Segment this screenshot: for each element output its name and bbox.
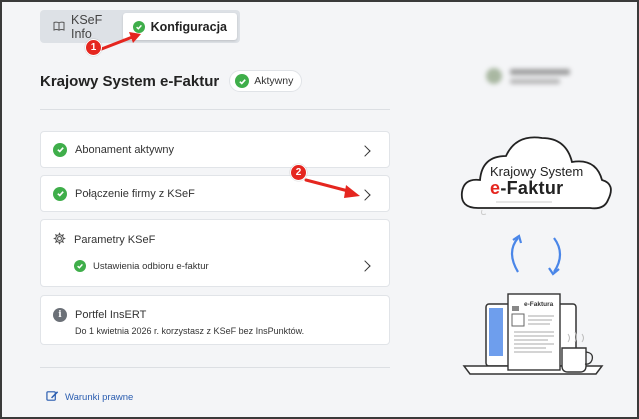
check-circle-icon — [74, 260, 86, 272]
cloud-title-e: e — [490, 178, 501, 198]
annotation-arrow-2 — [304, 178, 360, 198]
check-circle-icon — [53, 186, 67, 201]
portfolio-title: Portfel InsERT — [75, 309, 147, 321]
portfolio-text: Do 1 kwietnia 2026 r. korzystasz z KSeF … — [75, 326, 305, 336]
parameters-title: Parametry KSeF — [74, 234, 156, 246]
illustration-svg — [460, 136, 612, 375]
gear-icon — [53, 232, 66, 248]
portfolio-card: i Portfel InsERT Do 1 kwietnia 2026 r. k… — [40, 295, 390, 345]
ksef-illustration: Krajowy System e-Faktur e-Faktura — [456, 122, 616, 387]
user-account-blurred — [486, 68, 570, 84]
chevron-right-icon[interactable] — [359, 260, 371, 272]
connection-label: Połączenie firmy z KSeF — [75, 187, 195, 200]
subscription-label: Abonament aktywny — [75, 143, 175, 156]
tab-label: Konfiguracja — [150, 19, 227, 34]
edit-document-icon — [46, 390, 59, 405]
divider — [40, 109, 390, 110]
status-label: Aktywny — [254, 75, 294, 87]
avatar — [486, 68, 502, 84]
check-circle-icon — [53, 142, 67, 157]
sync-arrow-up — [510, 237, 519, 273]
status-badge: Aktywny — [229, 70, 303, 92]
divider — [40, 367, 390, 368]
page-title: Krajowy System e-Faktur — [40, 72, 220, 90]
app-window: KSeF Info Konfiguracja Krajowy System e-… — [0, 0, 639, 419]
book-icon — [53, 20, 65, 34]
subscription-card[interactable]: Abonament aktywny — [40, 131, 390, 168]
annotation-badge-2: 2 — [290, 164, 307, 181]
cloud-title-line1: Krajowy System — [490, 164, 584, 179]
receive-settings-row[interactable]: Ustawienia odbioru e-faktur — [74, 260, 209, 272]
annotation-arrow-1 — [97, 32, 141, 52]
check-circle-icon — [235, 74, 250, 88]
page-header: Krajowy System e-Faktur Aktywny — [40, 70, 303, 92]
sync-arrow-down — [553, 237, 562, 273]
coffee-cup — [561, 347, 587, 373]
cloud-title-line2: e-Faktur — [490, 178, 563, 199]
legal-terms-link[interactable]: Warunki prawne — [46, 390, 133, 405]
legal-terms-label: Warunki prawne — [65, 392, 134, 403]
cloud-title-faktur: -Faktur — [500, 178, 564, 198]
document-label: e-Faktura — [524, 301, 554, 308]
parameters-card: Parametry KSeF Ustawienia odbioru e-fakt… — [40, 219, 390, 287]
annotation-badge-1: 1 — [85, 39, 102, 56]
info-icon: i — [53, 308, 67, 322]
receive-settings-label: Ustawienia odbioru e-faktur — [93, 260, 209, 272]
